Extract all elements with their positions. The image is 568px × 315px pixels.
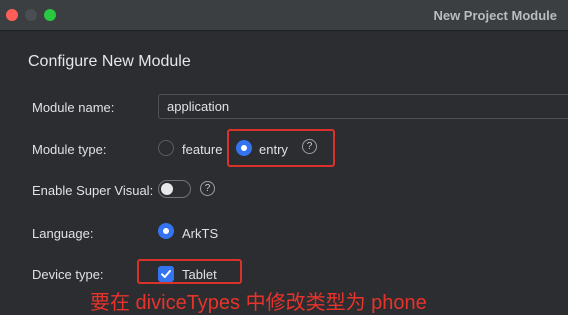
close-icon[interactable] [6, 9, 18, 21]
module-type-feature-label: feature [182, 142, 223, 157]
minimize-icon[interactable] [25, 9, 37, 21]
module-name-input[interactable]: application [158, 94, 568, 119]
module-type-feature-radio[interactable] [158, 140, 174, 156]
enable-super-visual-label: Enable Super Visual: [32, 183, 154, 198]
maximize-icon[interactable] [44, 9, 56, 21]
page-title: Configure New Module [28, 53, 191, 70]
language-arkts-radio[interactable] [158, 223, 174, 239]
device-type-label: Device type: [32, 267, 104, 282]
help-icon[interactable]: ? [200, 181, 215, 196]
super-visual-toggle[interactable] [158, 180, 191, 198]
title-bar: New Project Module [0, 0, 568, 31]
module-type-label: Module type: [32, 142, 107, 157]
language-arkts-label: ArkTS [182, 226, 219, 241]
highlight-box-module-type [227, 129, 335, 167]
module-name-label: Module name: [32, 100, 115, 115]
annotation-text: 要在 diviceTypes 中修改类型为 phone [90, 292, 427, 314]
toggle-knob [161, 183, 173, 195]
language-label: Language: [32, 226, 94, 241]
window-title: New Project Module [433, 8, 557, 23]
highlight-box-device-type [137, 259, 242, 284]
